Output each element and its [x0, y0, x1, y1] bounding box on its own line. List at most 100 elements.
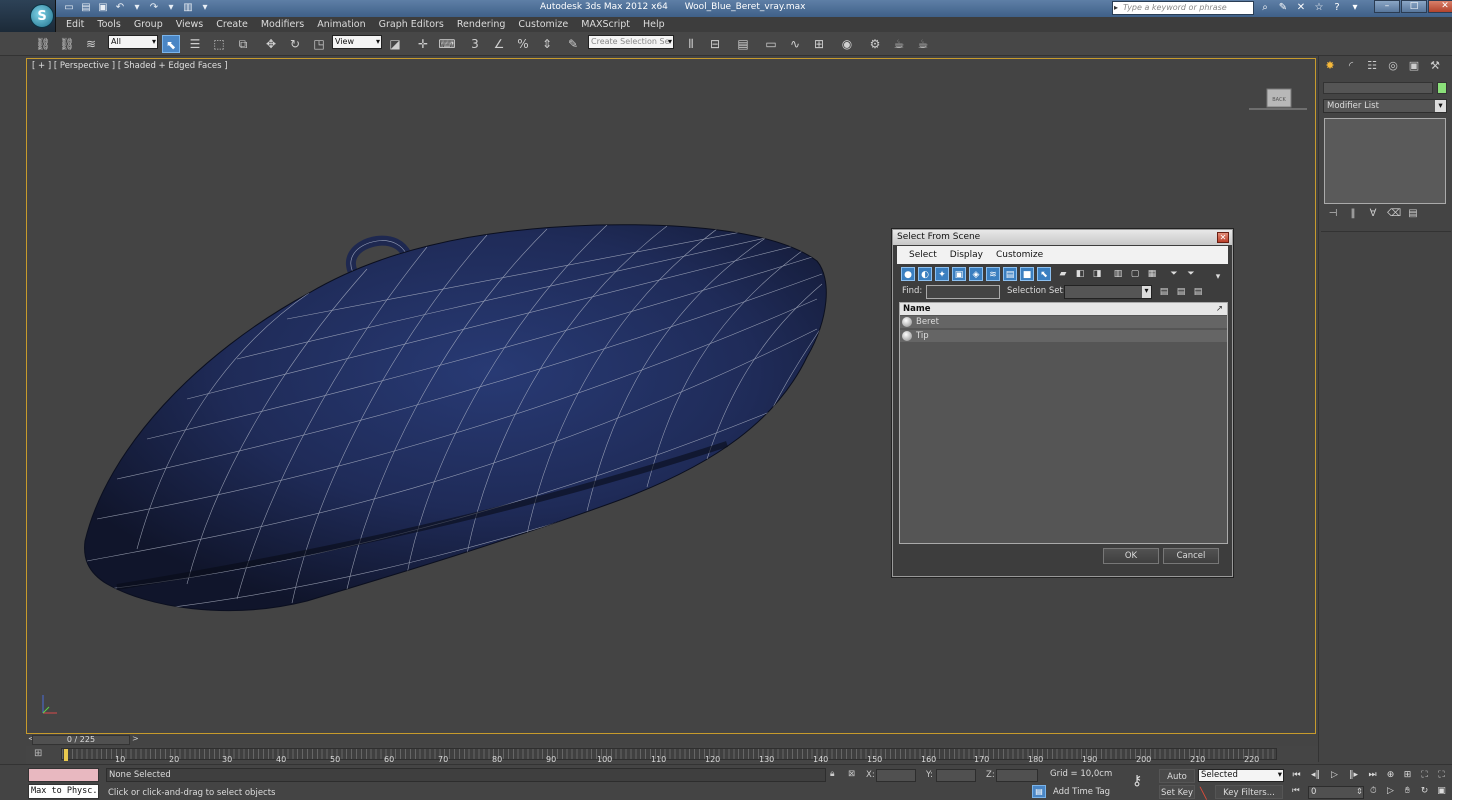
window-crossing-icon[interactable]: ⧉	[234, 35, 252, 53]
find-wildcard-icon[interactable]: ▤	[1191, 285, 1205, 299]
display-xrefs-icon[interactable]: ■	[1020, 267, 1034, 281]
maximize-viewport-icon[interactable]: ▣	[1435, 785, 1448, 798]
menu-tools[interactable]: Tools	[97, 19, 120, 30]
search-input[interactable]: Type a keyword or phrase	[1112, 1, 1254, 15]
display-lights-icon[interactable]: ✦	[935, 267, 949, 281]
hierarchy-tab-icon[interactable]: ☷	[1365, 59, 1379, 73]
snaps-toggle-icon[interactable]: 3	[466, 35, 484, 53]
go-to-end-icon[interactable]: ⏭	[1366, 769, 1379, 782]
pivot-center-icon[interactable]: ◪	[386, 35, 404, 53]
edit-named-selection-icon[interactable]: ✎	[564, 35, 582, 53]
dialog-close-button[interactable]: ✕	[1217, 232, 1229, 243]
object-color-swatch[interactable]	[1437, 82, 1447, 94]
next-frame-icon[interactable]: ‖▸	[1347, 769, 1360, 782]
pin-stack-icon[interactable]: ⊣	[1327, 208, 1339, 220]
menu-customize[interactable]: Customize	[518, 19, 568, 30]
maximize-button[interactable]: □	[1401, 0, 1427, 13]
rendered-frame-window-icon[interactable]: ☕	[890, 35, 908, 53]
select-and-link-icon[interactable]: ⛓	[34, 35, 52, 53]
customize-quick-access-icon[interactable]: ▾	[198, 1, 212, 15]
display-tab-icon[interactable]: ▣	[1407, 59, 1421, 73]
help-icon[interactable]: ?	[1330, 1, 1344, 15]
orbit-icon[interactable]: ↻	[1418, 785, 1431, 798]
percent-snap-icon[interactable]: %	[514, 35, 532, 53]
absolute-mode-icon[interactable]: ⊠	[848, 769, 855, 779]
menu-rendering[interactable]: Rendering	[457, 19, 506, 30]
render-production-icon[interactable]: ☕	[914, 35, 932, 53]
display-geometry-icon[interactable]: ●	[901, 267, 915, 281]
selection-lock-icon[interactable]: 🔒︎	[830, 769, 835, 779]
display-bones-icon[interactable]: ⬉	[1037, 267, 1051, 281]
display-hidden-icon[interactable]: ◨	[1090, 267, 1104, 281]
application-button[interactable]: S	[0, 0, 56, 32]
viewport-label-menu[interactable]: [ + ] [ Perspective ] [ Shaded + Edged F…	[32, 61, 228, 71]
scale-icon[interactable]: ◳	[310, 35, 328, 53]
menu-group[interactable]: Group	[134, 19, 163, 30]
redo-dropdown-icon[interactable]: ▾	[164, 1, 178, 15]
auto-key-button[interactable]: Auto Key	[1159, 769, 1195, 796]
viewcube[interactable]: BACK	[1249, 87, 1307, 113]
help-dropdown-icon[interactable]: ▾	[1348, 1, 1362, 15]
modifier-list-dropdown[interactable]: Modifier List	[1323, 99, 1447, 113]
time-slider[interactable]: 0 / 225	[32, 735, 130, 745]
undo-icon[interactable]: ↶	[113, 1, 127, 15]
display-helpers-icon[interactable]: ◈	[969, 267, 983, 281]
display-cameras-icon[interactable]: ▣	[952, 267, 966, 281]
time-configuration-icon[interactable]: ⏱	[1370, 786, 1377, 796]
reference-coordinate-dropdown[interactable]: View	[332, 35, 382, 49]
go-to-start-icon[interactable]: ⏮	[1290, 769, 1303, 782]
maxscript-listener-input[interactable]	[28, 768, 99, 782]
selection-filter-dropdown[interactable]: All	[108, 35, 158, 49]
material-editor-icon[interactable]: ◉	[838, 35, 856, 53]
object-name-field[interactable]	[1323, 82, 1433, 94]
select-invert-icon[interactable]: ▦	[1145, 267, 1159, 281]
remove-modifier-icon[interactable]: ⌫	[1387, 208, 1401, 220]
field-of-view-icon[interactable]: ▷	[1384, 785, 1397, 798]
x-coordinate-field[interactable]	[876, 769, 916, 782]
menu-maxscript[interactable]: MAXScript	[581, 19, 630, 30]
previous-frame-icon[interactable]: ◂‖	[1309, 769, 1322, 782]
move-icon[interactable]: ✥	[262, 35, 280, 53]
mirror-icon[interactable]: ⫴	[682, 35, 700, 53]
time-tag-icon[interactable]: ▤	[1032, 785, 1046, 798]
select-all-icon[interactable]: ▥	[1111, 267, 1125, 281]
modify-tab-icon[interactable]: ◜	[1344, 59, 1358, 73]
zoom-all-icon[interactable]: ⊞	[1401, 769, 1414, 782]
menu-edit[interactable]: Edit	[66, 19, 84, 30]
unlink-icon[interactable]: ⛓	[58, 35, 76, 53]
zoom-icon[interactable]: ⊕	[1384, 769, 1397, 782]
add-time-tag[interactable]: Add Time Tag	[1053, 787, 1110, 797]
make-unique-icon[interactable]: ∀	[1367, 208, 1379, 220]
project-folder-icon[interactable]: ▥	[181, 1, 195, 15]
find-case-icon[interactable]: ▤	[1174, 285, 1188, 299]
filter-options-icon[interactable]: ⏷	[1184, 267, 1198, 281]
zoom-extents-icon[interactable]: ⛶	[1418, 769, 1431, 782]
dialog-menu-select[interactable]: Select	[909, 250, 937, 260]
track-bar[interactable]: ⊞ 10 20 30 40 50 60 70 80 90 100 110 120…	[26, 746, 1318, 764]
menu-animation[interactable]: Animation	[317, 19, 365, 30]
curve-editor-icon[interactable]: ∿	[786, 35, 804, 53]
new-file-icon[interactable]: ▭	[62, 1, 76, 15]
z-coordinate-field[interactable]	[996, 769, 1038, 782]
menu-graph-editors[interactable]: Graph Editors	[379, 19, 444, 30]
find-options-icon[interactable]: ▤	[1157, 285, 1171, 299]
cancel-button[interactable]: Cancel	[1163, 548, 1219, 564]
list-item[interactable]: o Tip	[900, 330, 1227, 343]
motion-tab-icon[interactable]: ◎	[1386, 59, 1400, 73]
spinner-snap-icon[interactable]: ⇕	[538, 35, 556, 53]
open-file-icon[interactable]: ▤	[79, 1, 93, 15]
display-shapes-icon[interactable]: ◐	[918, 267, 932, 281]
select-none-icon[interactable]: ▢	[1128, 267, 1142, 281]
pan-icon[interactable]: ✋︎	[1401, 785, 1414, 798]
zoom-extents-all-icon[interactable]: ⛶	[1435, 769, 1448, 782]
set-key-icon[interactable]: ⚷	[1132, 773, 1142, 789]
display-containers-icon[interactable]: ▰	[1056, 267, 1070, 281]
column-header-name[interactable]: Name	[900, 303, 1227, 315]
save-file-icon[interactable]: ▣	[96, 1, 110, 15]
display-space-warps-icon[interactable]: ≋	[986, 267, 1000, 281]
graphite-ribbon-icon[interactable]: ▭	[762, 35, 780, 53]
tools-icon[interactable]: ✎	[1276, 1, 1290, 15]
angle-snap-icon[interactable]: ∠	[490, 35, 508, 53]
binoculars-icon[interactable]: ⌕	[1258, 1, 1272, 15]
bind-space-warp-icon[interactable]: ≋	[82, 35, 100, 53]
